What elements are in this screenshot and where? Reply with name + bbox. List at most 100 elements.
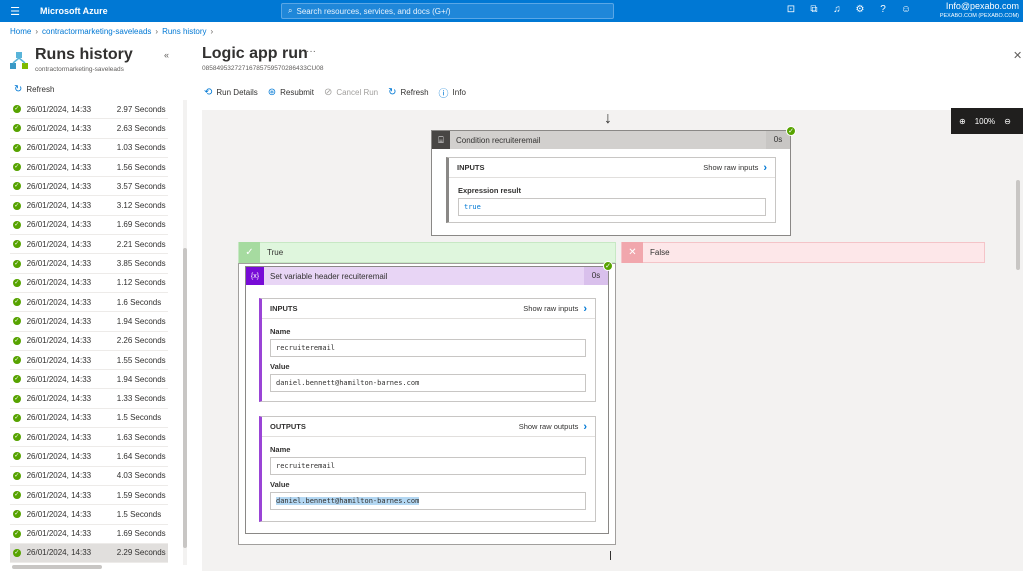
settings-gear-icon[interactable]: ⚙ bbox=[853, 3, 867, 17]
succeeded-check-icon: ✓ bbox=[13, 240, 21, 249]
run-start-time: 26/01/2024, 14:33 bbox=[26, 297, 92, 307]
cancel-run-button[interactable]: ⊘ Cancel Run bbox=[324, 85, 378, 100]
breadcrumb-runs-history[interactable]: Runs history bbox=[162, 27, 206, 36]
true-branch-label: True bbox=[267, 248, 284, 257]
run-row[interactable]: ✓ 26/01/2024, 14:33 3.12 Seconds bbox=[10, 196, 168, 216]
condition-title: Condition recruiteremail bbox=[456, 135, 541, 145]
run-duration: 4.03 Seconds bbox=[116, 471, 166, 481]
run-duration: 1.59 Seconds bbox=[116, 490, 166, 500]
variable-icon: {x} bbox=[246, 267, 264, 285]
top-icon-bar: ⊡ ⧉ ♫ ⚙ ? ☺ bbox=[784, 3, 913, 17]
hamburger-menu-icon[interactable]: ☰ bbox=[0, 5, 30, 18]
expression-result-value: true bbox=[464, 203, 481, 211]
input-name-label: Name bbox=[270, 327, 291, 336]
run-start-time: 26/01/2024, 14:33 bbox=[26, 220, 92, 230]
variable-show-raw-outputs-button[interactable]: Show raw outputs › bbox=[519, 421, 587, 433]
variable-show-raw-inputs-button[interactable]: Show raw inputs › bbox=[523, 303, 587, 315]
run-row[interactable]: ✓ 26/01/2024, 14:33 1.64 Seconds bbox=[10, 447, 168, 467]
run-row[interactable]: ✓ 26/01/2024, 14:33 1.56 Seconds bbox=[10, 158, 168, 178]
run-duration: 2.29 Seconds bbox=[116, 548, 166, 558]
runs-scroll-thumb[interactable] bbox=[183, 248, 187, 548]
run-row[interactable]: ✓ 26/01/2024, 14:33 1.03 Seconds bbox=[10, 139, 168, 158]
run-duration: 2.97 Seconds bbox=[116, 104, 166, 114]
run-start-time: 26/01/2024, 14:33 bbox=[26, 490, 92, 500]
collapse-panel-icon[interactable]: « bbox=[164, 50, 169, 60]
run-row[interactable]: ✓ 26/01/2024, 14:33 1.12 Seconds bbox=[10, 274, 168, 293]
input-name-field[interactable]: recruiteremail bbox=[270, 339, 586, 357]
brand-name[interactable]: Microsoft Azure bbox=[40, 6, 108, 16]
run-row[interactable]: ✓ 26/01/2024, 14:33 2.21 Seconds bbox=[10, 235, 168, 255]
breadcrumb-home[interactable]: Home bbox=[10, 27, 31, 36]
false-x-icon: ✕ bbox=[622, 242, 643, 263]
run-row[interactable]: ✓ 26/01/2024, 14:33 1.5 Seconds bbox=[10, 505, 168, 525]
resubmit-button[interactable]: ⊛ Resubmit bbox=[268, 85, 314, 100]
zoom-out-icon[interactable]: ⊖ bbox=[1004, 117, 1011, 126]
breadcrumb-logic-app[interactable]: contractormarketing-saveleads bbox=[42, 27, 151, 36]
output-name-field[interactable]: recruiteremail bbox=[270, 457, 586, 475]
run-row[interactable]: ✓ 26/01/2024, 14:33 2.29 Seconds bbox=[10, 543, 168, 564]
run-details-button[interactable]: ⟲ Run Details bbox=[204, 85, 258, 100]
help-icon[interactable]: ? bbox=[876, 3, 890, 17]
account-email: Info@pexabo.com bbox=[945, 1, 1019, 11]
directory-filter-icon[interactable]: ⧉ bbox=[807, 3, 821, 17]
set-variable-card-header[interactable]: {x} Set variable header recuiteremail 0s bbox=[246, 267, 608, 285]
runs-vertical-scrollbar[interactable] bbox=[183, 100, 187, 565]
notifications-bell-icon[interactable]: ♫ bbox=[830, 3, 844, 17]
run-row[interactable]: ✓ 26/01/2024, 14:33 4.03 Seconds bbox=[10, 467, 168, 486]
zoom-in-icon[interactable]: ⊕ bbox=[959, 117, 966, 126]
set-variable-card[interactable]: {x} Set variable header recuiteremail 0s… bbox=[245, 266, 609, 534]
run-row[interactable]: ✓ 26/01/2024, 14:33 3.57 Seconds bbox=[10, 177, 168, 197]
output-value-value: daniel.bennett@hamilton-barnes.com bbox=[276, 497, 420, 505]
account-menu[interactable]: Info@pexabo.com PEXABO.COM (PEXABO.COM) bbox=[940, 1, 1019, 20]
more-options-icon[interactable]: ··· bbox=[306, 46, 316, 57]
resubmit-label: Resubmit bbox=[280, 88, 314, 97]
run-duration: 1.5 Seconds bbox=[116, 413, 162, 423]
canvas-vertical-scrollbar[interactable] bbox=[1016, 180, 1020, 270]
run-row[interactable]: ✓ 26/01/2024, 14:33 2.97 Seconds bbox=[10, 100, 168, 120]
refresh-button[interactable]: ↻ Refresh bbox=[388, 85, 428, 100]
input-value-field[interactable]: daniel.bennett@hamilton-barnes.com bbox=[270, 374, 586, 392]
variable-show-raw-inputs-label: Show raw inputs bbox=[523, 304, 579, 313]
run-row[interactable]: ✓ 26/01/2024, 14:33 1.6 Seconds bbox=[10, 293, 168, 313]
feedback-icon[interactable]: ☺ bbox=[899, 3, 913, 17]
run-row[interactable]: ✓ 26/01/2024, 14:33 1.33 Seconds bbox=[10, 389, 168, 409]
runs-refresh-button[interactable]: ↻ Refresh bbox=[14, 84, 54, 95]
run-duration: 1.56 Seconds bbox=[116, 162, 166, 172]
true-branch-header[interactable]: ✓ True bbox=[238, 242, 616, 263]
run-start-time: 26/01/2024, 14:33 bbox=[26, 104, 92, 114]
run-start-time: 26/01/2024, 14:33 bbox=[26, 471, 92, 481]
succeeded-check-icon: ✓ bbox=[13, 163, 21, 172]
runs-horizontal-scrollbar[interactable] bbox=[12, 565, 102, 569]
output-value-field[interactable]: daniel.bennett@hamilton-barnes.com bbox=[270, 492, 586, 510]
run-row[interactable]: ✓ 26/01/2024, 14:33 1.69 Seconds bbox=[10, 525, 168, 544]
succeeded-check-icon: ✓ bbox=[13, 105, 21, 114]
input-value-value: daniel.bennett@hamilton-barnes.com bbox=[276, 379, 420, 387]
run-row[interactable]: ✓ 26/01/2024, 14:33 1.94 Seconds bbox=[10, 312, 168, 332]
condition-card-header[interactable]: ⌸ Condition recruiteremail 0s bbox=[432, 131, 790, 149]
run-duration: 1.64 Seconds bbox=[116, 451, 166, 461]
succeeded-check-icon: ✓ bbox=[13, 433, 21, 442]
run-row[interactable]: ✓ 26/01/2024, 14:33 2.63 Seconds bbox=[10, 119, 168, 139]
breadcrumb-separator-icon: › bbox=[155, 27, 159, 36]
run-row[interactable]: ✓ 26/01/2024, 14:33 1.5 Seconds bbox=[10, 409, 168, 429]
run-row[interactable]: ✓ 26/01/2024, 14:33 1.55 Seconds bbox=[10, 351, 168, 371]
succeeded-check-icon: ✓ bbox=[13, 220, 21, 229]
expression-result-field[interactable]: true bbox=[458, 198, 766, 216]
cloud-shell-icon[interactable]: ⊡ bbox=[784, 3, 798, 17]
run-row[interactable]: ✓ 26/01/2024, 14:33 1.59 Seconds bbox=[10, 486, 168, 506]
close-icon[interactable]: ✕ bbox=[1013, 49, 1022, 62]
run-row[interactable]: ✓ 26/01/2024, 14:33 1.69 Seconds bbox=[10, 216, 168, 236]
logic-app-icon bbox=[10, 52, 28, 69]
runs-refresh-label: Refresh bbox=[26, 85, 55, 94]
run-row[interactable]: ✓ 26/01/2024, 14:33 3.85 Seconds bbox=[10, 254, 168, 274]
run-row[interactable]: ✓ 26/01/2024, 14:33 1.94 Seconds bbox=[10, 370, 168, 390]
condition-show-raw-inputs-button[interactable]: Show raw inputs › bbox=[703, 162, 767, 174]
condition-card[interactable]: ⌸ Condition recruiteremail 0s INPUTS Sho… bbox=[431, 130, 791, 236]
info-button[interactable]: ⓘ Info bbox=[439, 85, 466, 100]
search-placeholder: Search resources, services, and docs (G+… bbox=[296, 6, 451, 16]
run-row[interactable]: ✓ 26/01/2024, 14:33 2.26 Seconds bbox=[10, 332, 168, 351]
run-row[interactable]: ✓ 26/01/2024, 14:33 1.63 Seconds bbox=[10, 428, 168, 448]
breadcrumb: Home › contractormarketing-saveleads › R… bbox=[10, 27, 213, 36]
false-branch-header[interactable]: ✕ False bbox=[621, 242, 985, 263]
global-search-input[interactable]: ⌕ Search resources, services, and docs (… bbox=[281, 3, 614, 19]
